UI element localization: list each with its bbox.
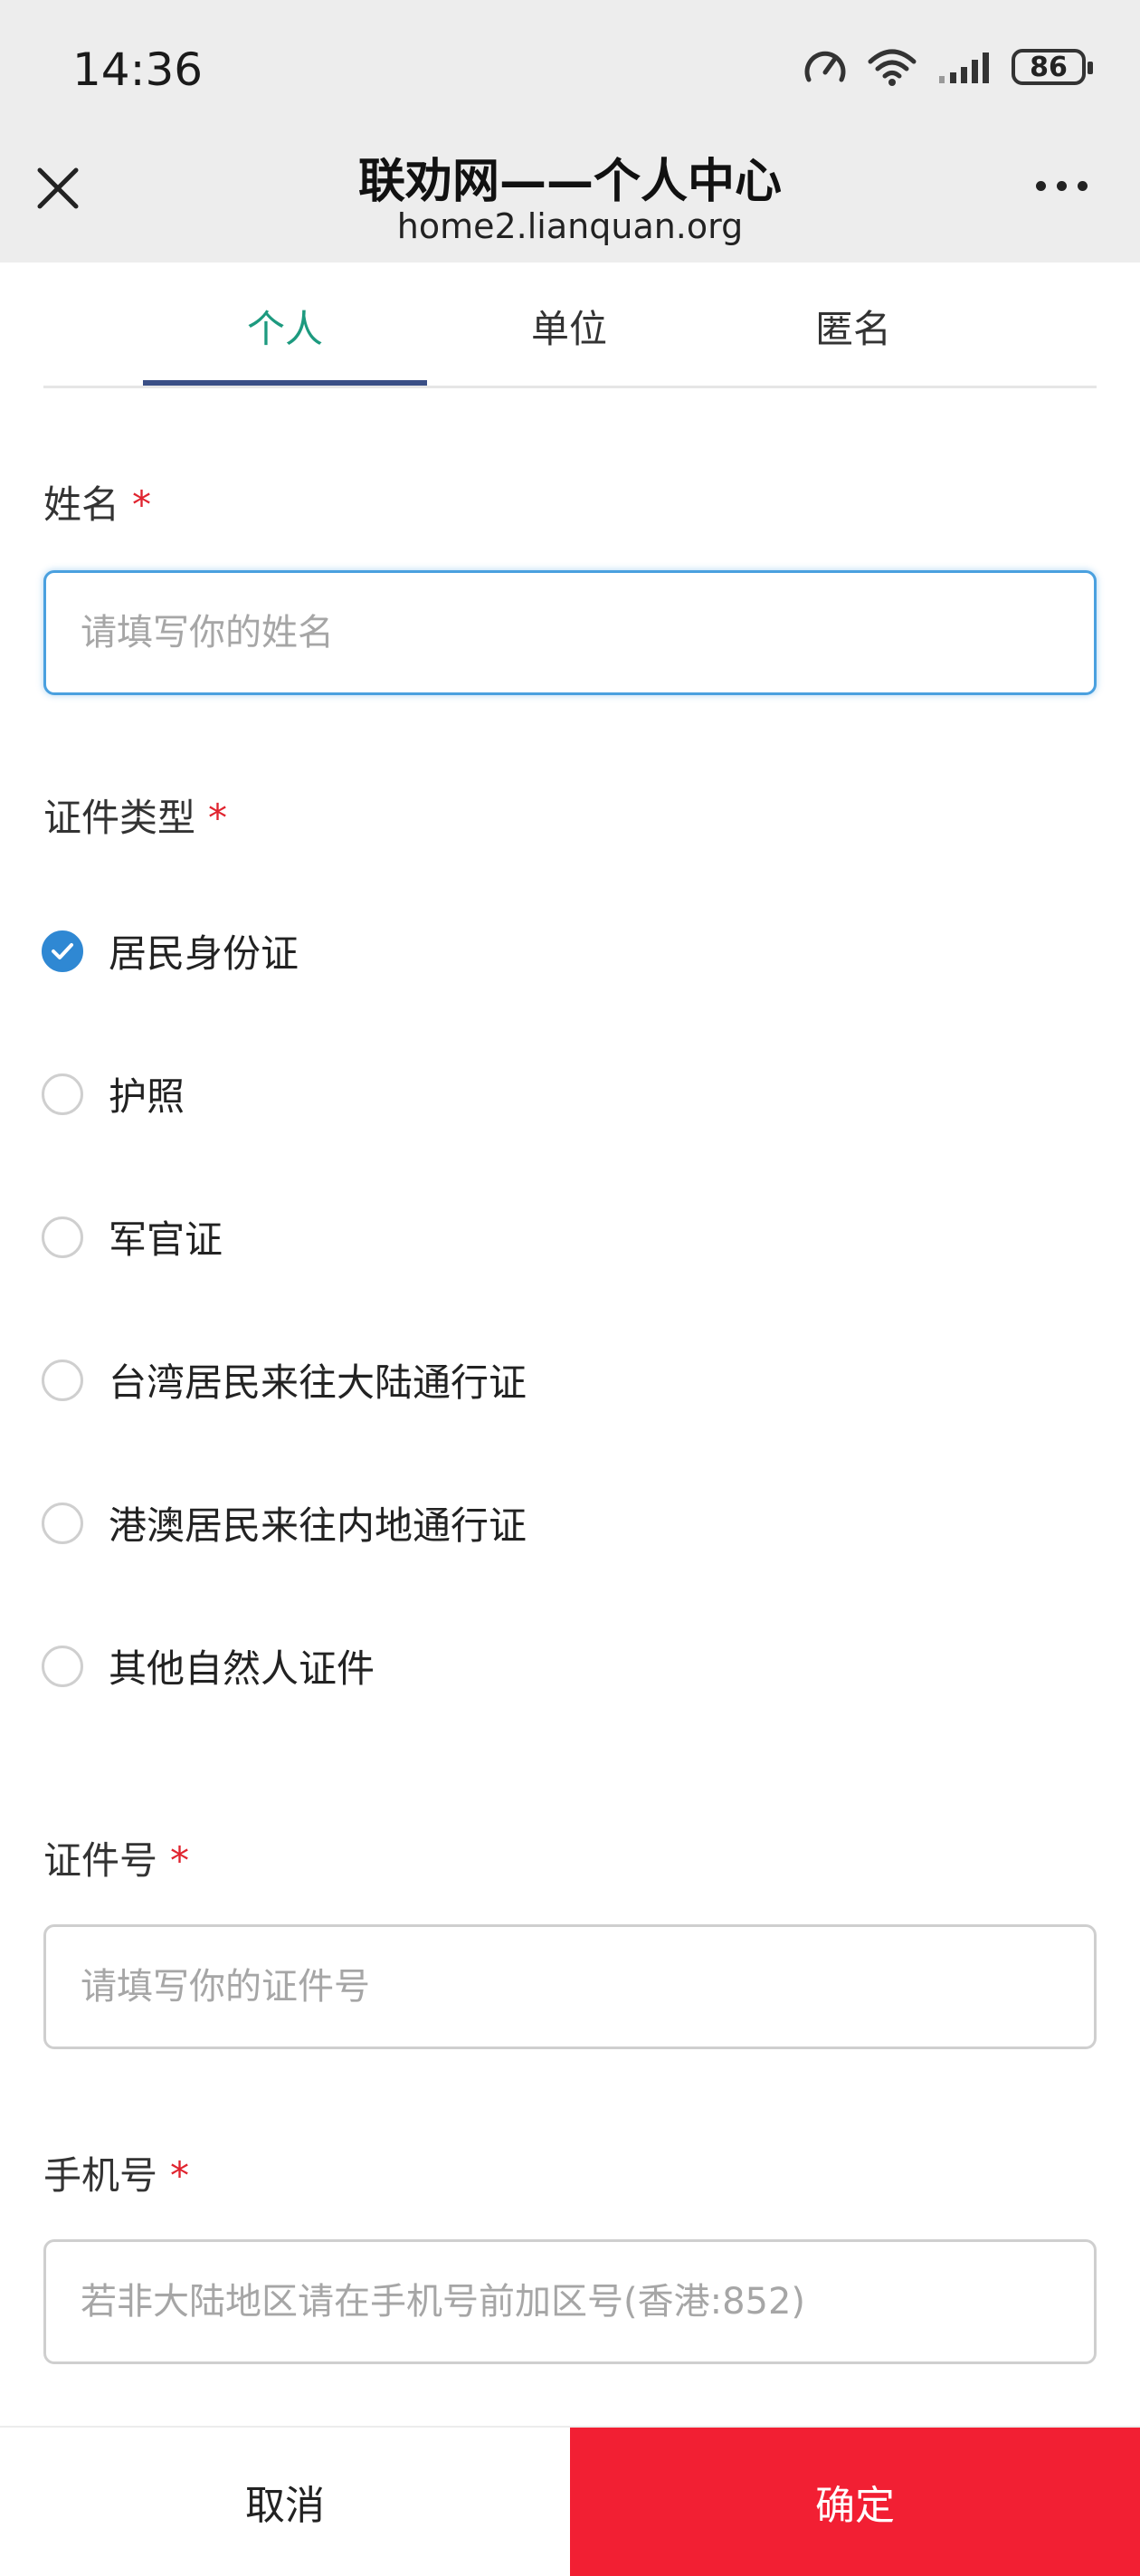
radio-label: 台湾居民来往大陆通行证 bbox=[109, 1360, 527, 1405]
radio-unchecked-icon bbox=[42, 1216, 83, 1258]
app-header: 14:36 86 联劝网——个人中心 home2.lianquan.org bbox=[0, 0, 1140, 262]
radio-label: 港澳居民来往内地通行证 bbox=[109, 1503, 527, 1548]
tab-anonymous[interactable]: 匿名 bbox=[711, 299, 995, 354]
phone-input[interactable] bbox=[43, 2239, 1097, 2364]
name-input[interactable] bbox=[43, 570, 1097, 695]
radio-unchecked-icon bbox=[42, 1073, 83, 1115]
id-number-input[interactable] bbox=[43, 1924, 1097, 2049]
radio-passport[interactable]: 护照 bbox=[42, 1066, 185, 1121]
tab-organization[interactable]: 单位 bbox=[427, 299, 711, 354]
wifi-icon bbox=[868, 49, 917, 86]
tab-individual[interactable]: 个人 bbox=[143, 299, 427, 354]
name-label: 姓名 * bbox=[43, 474, 151, 530]
radio-checked-icon bbox=[42, 930, 83, 972]
radio-label: 其他自然人证件 bbox=[109, 1646, 375, 1691]
radio-unchecked-icon bbox=[42, 1359, 83, 1401]
radio-label: 居民身份证 bbox=[109, 931, 299, 976]
phone-label: 手机号 * bbox=[43, 2145, 189, 2200]
radio-military-id[interactable]: 军官证 bbox=[42, 1209, 223, 1264]
status-time: 14:36 bbox=[72, 43, 204, 96]
more-icon[interactable] bbox=[1036, 181, 1088, 191]
id-number-label-text: 证件号 bbox=[43, 1838, 158, 1883]
id-type-label-text: 证件类型 bbox=[43, 796, 196, 840]
required-mark: * bbox=[132, 482, 152, 527]
confirm-button[interactable]: 确定 bbox=[570, 2428, 1140, 2576]
id-number-label: 证件号 * bbox=[43, 1830, 189, 1885]
name-label-text: 姓名 bbox=[43, 482, 120, 527]
required-mark: * bbox=[170, 2153, 190, 2198]
battery-level: 86 bbox=[1030, 51, 1068, 83]
action-bar: 取消 确定 bbox=[0, 2426, 1140, 2576]
radio-unchecked-icon bbox=[42, 1502, 83, 1544]
radio-label: 军官证 bbox=[109, 1217, 223, 1262]
battery-icon: 86 bbox=[1012, 49, 1093, 85]
required-mark: * bbox=[208, 796, 228, 840]
active-tab-indicator bbox=[143, 380, 427, 386]
cancel-button[interactable]: 取消 bbox=[0, 2428, 570, 2576]
tab-bar: 个人 单位 匿名 bbox=[43, 262, 1097, 388]
phone-label-text: 手机号 bbox=[43, 2153, 158, 2198]
required-mark: * bbox=[170, 1838, 190, 1883]
signal-icon bbox=[939, 52, 989, 83]
radio-taiwan-permit[interactable]: 台湾居民来往大陆通行证 bbox=[42, 1352, 527, 1407]
radio-hk-macau-permit[interactable]: 港澳居民来往内地通行证 bbox=[42, 1495, 527, 1550]
speed-icon bbox=[804, 51, 846, 82]
id-type-label: 证件类型 * bbox=[43, 787, 227, 843]
page-url: home2.lianquan.org bbox=[396, 206, 744, 246]
radio-label: 护照 bbox=[109, 1074, 185, 1119]
radio-unchecked-icon bbox=[42, 1645, 83, 1687]
radio-resident-id[interactable]: 居民身份证 bbox=[42, 923, 299, 978]
page-title: 联劝网——个人中心 bbox=[357, 155, 782, 209]
status-icons: 86 bbox=[803, 47, 1093, 87]
radio-other-id[interactable]: 其他自然人证件 bbox=[42, 1638, 375, 1693]
